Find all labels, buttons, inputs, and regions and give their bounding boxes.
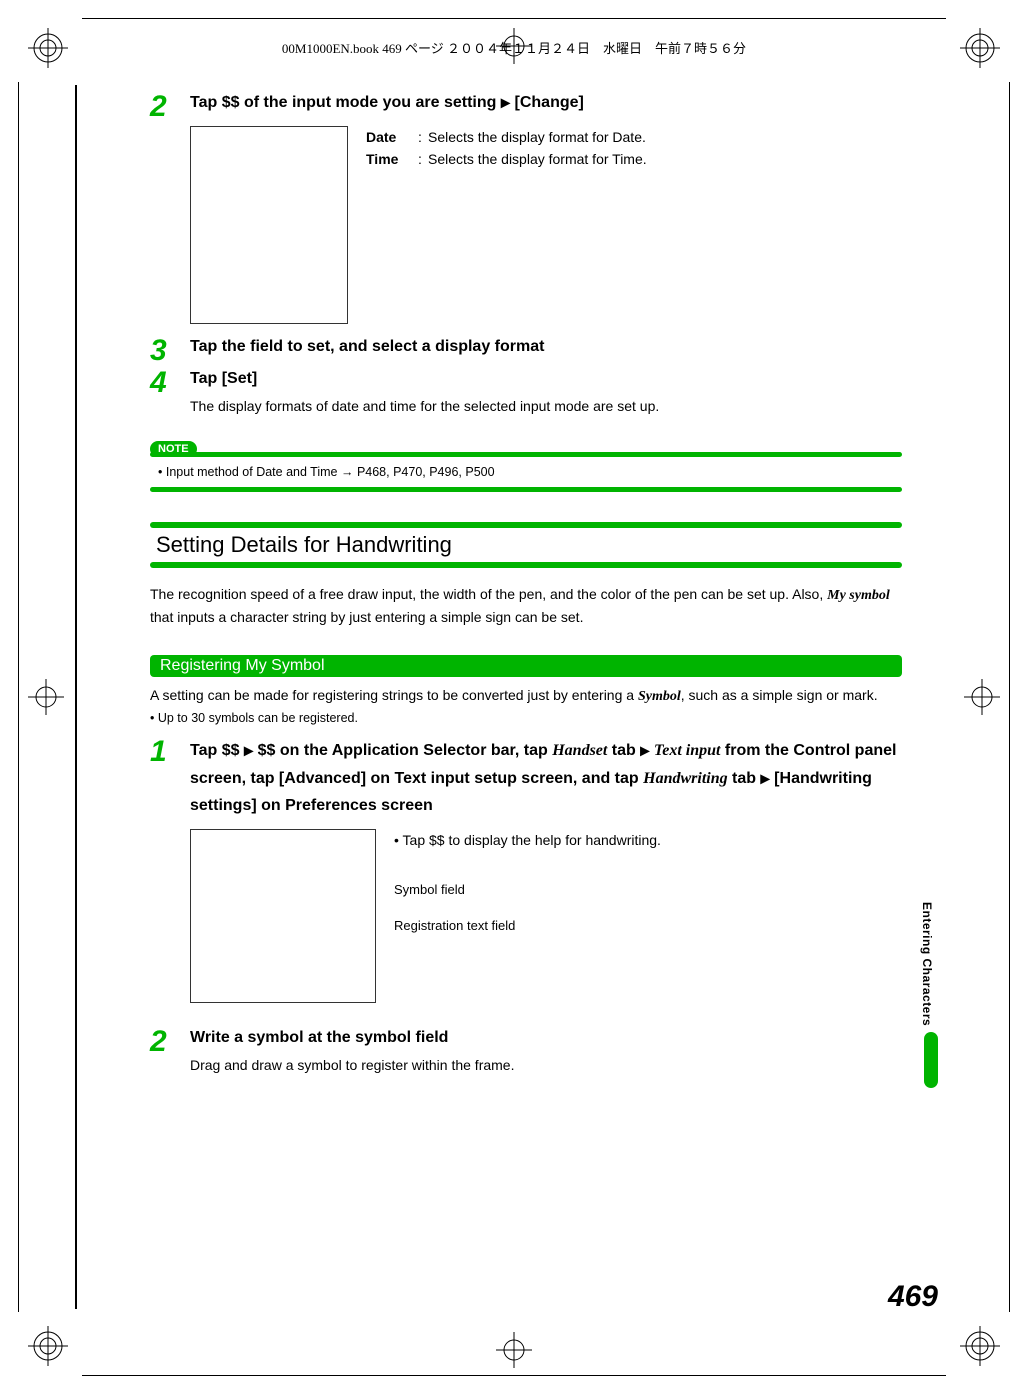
label-column: Tap $$ to display the help for handwriti… xyxy=(394,829,661,1003)
text-part: , such as a simple sign or mark. xyxy=(681,687,878,703)
step-number: 2 xyxy=(150,1027,190,1076)
note-block: NOTE Input method of Date and Time → P46… xyxy=(150,417,902,492)
note-bar xyxy=(150,487,902,492)
note-text: Input method of Date and Time → P468, P4… xyxy=(158,465,902,479)
arrow-icon: → xyxy=(341,465,354,479)
side-tab-pill xyxy=(924,1032,938,1088)
text-part: that inputs a character string by just e… xyxy=(150,609,583,625)
step-4: 4 Tap [Set] The display formats of date … xyxy=(150,368,902,417)
crop-mark-icon xyxy=(960,28,1000,68)
triangle-icon: ▶ xyxy=(761,771,770,785)
step-2-bottom: 2 Write a symbol at the symbol field Dra… xyxy=(150,1027,902,1076)
step-3: 3 Tap the field to set, and select a dis… xyxy=(150,336,902,366)
subsection-text: A setting can be made for registering st… xyxy=(150,685,902,708)
triangle-icon: ▶ xyxy=(501,95,510,109)
crop-line-right xyxy=(1009,82,1010,1312)
kv-item: Date : Selects the display format for Da… xyxy=(366,126,647,148)
kv-colon: : xyxy=(412,148,428,170)
section-heading: Setting Details for Handwriting xyxy=(150,516,902,574)
kv-key: Time xyxy=(366,148,412,170)
step-title-text: Tap $$ of the input mode you are setting xyxy=(190,94,501,111)
text-part: $$ on the Application Selector bar, tap xyxy=(253,742,552,759)
step-number: 2 xyxy=(150,92,190,122)
step-text: The display formats of date and time for… xyxy=(190,396,902,417)
illustration-row: Tap $$ to display the help for handwriti… xyxy=(190,829,902,1003)
crop-line-top xyxy=(82,18,946,19)
step-text: Drag and draw a symbol to register withi… xyxy=(190,1055,902,1076)
emphasis: Text input xyxy=(654,742,721,759)
side-tab: Entering Characters xyxy=(920,902,942,1088)
page-number: 469 xyxy=(888,1280,938,1314)
note-refs: P468, P470, P496, P500 xyxy=(353,465,494,479)
section-text: The recognition speed of a free draw inp… xyxy=(150,584,902,628)
step-2: 2 Tap $$ of the input mode you are setti… xyxy=(150,92,902,122)
step-title: Tap the field to set, and select a displ… xyxy=(190,336,902,358)
help-bullet: Tap $$ to display the help for handwriti… xyxy=(394,829,661,853)
note-label: NOTE xyxy=(150,441,197,457)
registration-mark-icon xyxy=(962,677,1002,717)
registration-mark-icon xyxy=(26,677,66,717)
section: Setting Details for Handwriting The reco… xyxy=(150,516,902,1076)
triangle-icon: ▶ xyxy=(244,744,253,758)
step-title: Write a symbol at the symbol field xyxy=(190,1027,902,1049)
step-number: 3 xyxy=(150,336,190,366)
emphasis: Handset xyxy=(552,742,607,759)
emphasis: Handwriting xyxy=(643,770,727,787)
emphasis: My symbol xyxy=(827,588,890,603)
text-part: A setting can be made for registering st… xyxy=(150,687,638,703)
text-part: tab xyxy=(607,742,640,759)
kv-value: Selects the display format for Date. xyxy=(428,126,647,148)
crop-line-bottom xyxy=(82,1375,946,1376)
crop-mark-icon xyxy=(960,1326,1000,1366)
document-header-text: 00M1000EN.book 469 ページ ２００４年１１月２４日 水曜日 午… xyxy=(120,38,908,57)
step-title: Tap $$ of the input mode you are setting… xyxy=(190,92,902,114)
page-content: 2 Tap $$ of the input mode you are setti… xyxy=(150,80,938,1314)
field-label: Registration text field xyxy=(394,915,661,937)
step-title: Tap $$ ▶ $$ on the Application Selector … xyxy=(190,737,902,819)
kv-colon: : xyxy=(412,126,428,148)
crop-line-inner xyxy=(75,85,77,1309)
subsection-bullet: Up to 30 symbols can be registered. xyxy=(150,711,902,725)
step-1-bottom: 1 Tap $$ ▶ $$ on the Application Selecto… xyxy=(150,737,902,825)
crop-mark-icon xyxy=(28,1326,68,1366)
field-label: Symbol field xyxy=(394,879,661,901)
kv-list: Date : Selects the display format for Da… xyxy=(366,126,647,324)
crop-mark-icon xyxy=(28,28,68,68)
kv-item: Time : Selects the display format for Ti… xyxy=(366,148,647,170)
triangle-icon: ▶ xyxy=(640,744,649,758)
step-number: 1 xyxy=(150,737,190,825)
step-number: 4 xyxy=(150,368,190,417)
kv-value: Selects the display format for Time. xyxy=(428,148,647,170)
step-title: Tap [Set] xyxy=(190,368,902,390)
note-bar xyxy=(150,452,902,457)
note-text-part: Input method of Date and Time xyxy=(166,465,341,479)
text-part: The recognition speed of a free draw inp… xyxy=(150,586,827,602)
kv-key: Date xyxy=(366,126,412,148)
screenshot-placeholder xyxy=(190,829,376,1003)
emphasis: Symbol xyxy=(638,689,681,704)
illustration-row: Date : Selects the display format for Da… xyxy=(190,126,902,324)
step-title-text: [Change] xyxy=(510,94,584,111)
crop-line-left xyxy=(18,82,19,1312)
screenshot-placeholder xyxy=(190,126,348,324)
text-part: tab xyxy=(728,770,761,787)
text-part: Tap $$ xyxy=(190,742,244,759)
registration-mark-icon xyxy=(494,1330,534,1370)
section-title: Setting Details for Handwriting xyxy=(150,528,902,562)
subsection-heading: Registering My Symbol xyxy=(150,655,902,677)
side-tab-label: Entering Characters xyxy=(920,902,934,1026)
heading-bar xyxy=(150,562,902,568)
